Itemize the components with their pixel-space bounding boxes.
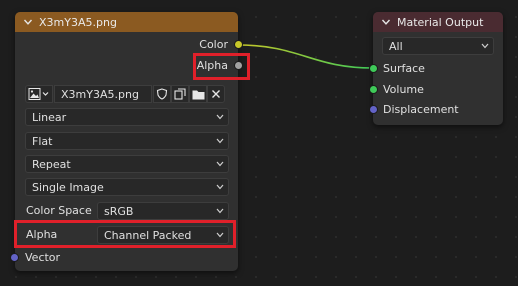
link-color-to-surface[interactable] bbox=[237, 44, 374, 69]
vector-input-label: Vector bbox=[25, 251, 61, 264]
close-icon bbox=[212, 90, 220, 98]
duplicate-image-button[interactable] bbox=[171, 85, 189, 103]
shield-icon bbox=[156, 88, 168, 100]
extension-dropdown[interactable]: Repeat bbox=[25, 155, 229, 173]
source-dropdown[interactable]: Single Image bbox=[25, 178, 229, 196]
image-name-value: X3mY3A5.png bbox=[61, 87, 139, 101]
color-output-socket[interactable] bbox=[235, 41, 242, 48]
material-output-node[interactable]: Material Output All Surface Volume Displ… bbox=[373, 12, 503, 125]
folder-icon bbox=[192, 90, 204, 99]
projection-dropdown[interactable]: Flat bbox=[25, 132, 229, 150]
projection-value: Flat bbox=[32, 134, 53, 148]
open-image-button[interactable] bbox=[189, 85, 207, 103]
color-output-label: Color bbox=[199, 38, 228, 51]
chevron-down-icon bbox=[216, 138, 224, 144]
chevron-down-icon bbox=[216, 208, 224, 214]
surface-input-label: Surface bbox=[383, 62, 425, 75]
source-value: Single Image bbox=[32, 180, 104, 194]
output-target-value: All bbox=[389, 39, 403, 53]
color-space-dropdown[interactable]: sRGB bbox=[97, 202, 229, 220]
surface-input-socket[interactable] bbox=[370, 65, 377, 72]
extension-value: Repeat bbox=[32, 157, 71, 171]
fake-user-button[interactable] bbox=[153, 85, 171, 103]
color-space-label: Color Space bbox=[26, 204, 92, 217]
chevron-down-icon bbox=[481, 43, 489, 49]
image-icon bbox=[28, 88, 49, 100]
image-node-title: X3mY3A5.png bbox=[39, 15, 117, 29]
chevron-down-icon[interactable] bbox=[381, 17, 391, 27]
volume-input-label: Volume bbox=[383, 83, 424, 96]
displacement-input-label: Displacement bbox=[383, 103, 459, 116]
interpolation-dropdown[interactable]: Linear bbox=[25, 108, 229, 126]
alpha-output-highlight bbox=[193, 53, 250, 80]
chevron-down-icon bbox=[216, 161, 224, 167]
image-node-header[interactable]: X3mY3A5.png bbox=[15, 12, 238, 32]
material-output-header[interactable]: Material Output bbox=[373, 12, 503, 32]
alpha-mode-highlight bbox=[14, 220, 236, 248]
chevron-down-icon bbox=[216, 184, 224, 190]
color-space-value: sRGB bbox=[104, 204, 134, 218]
chevron-down-icon bbox=[216, 114, 224, 120]
volume-input-socket[interactable] bbox=[370, 86, 377, 93]
unlink-image-button[interactable] bbox=[207, 85, 225, 103]
copy-icon bbox=[174, 88, 186, 100]
output-target-dropdown[interactable]: All bbox=[382, 37, 494, 55]
chevron-down-icon[interactable] bbox=[23, 17, 33, 27]
vector-input-socket[interactable] bbox=[11, 254, 18, 261]
displacement-input-socket[interactable] bbox=[370, 106, 377, 113]
material-output-title: Material Output bbox=[397, 15, 484, 29]
image-name-field[interactable]: X3mY3A5.png bbox=[54, 85, 152, 103]
node-editor-canvas[interactable]: X3mY3A5.png Color Alpha X3mY3A5.png Line… bbox=[0, 0, 518, 286]
image-type-button[interactable] bbox=[25, 85, 53, 103]
interpolation-value: Linear bbox=[32, 110, 67, 124]
